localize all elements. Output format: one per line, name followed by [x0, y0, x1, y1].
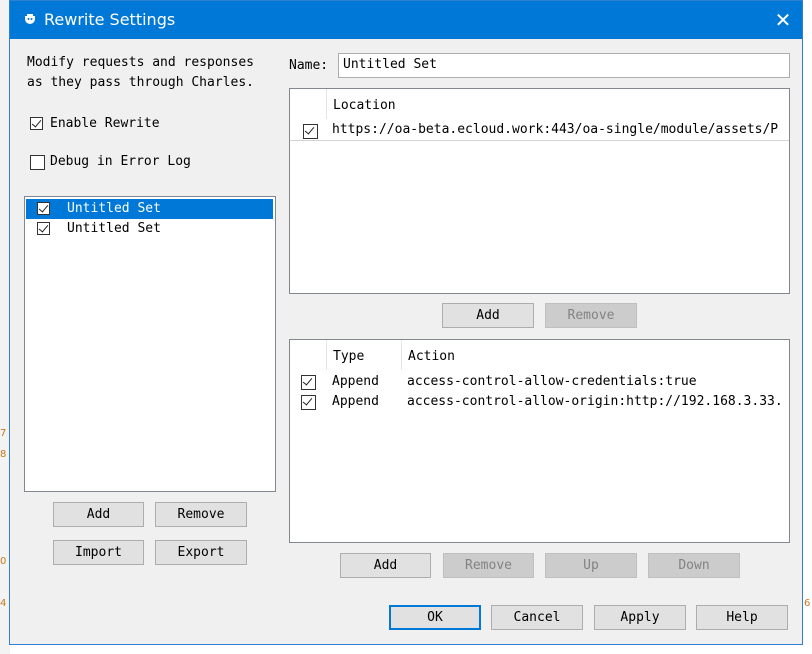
rules-table[interactable]: Type Action Append access-control-allow-…	[289, 339, 790, 543]
background-text: 7	[0, 428, 7, 439]
move-up-button[interactable]: Up	[545, 553, 637, 578]
enable-rewrite-checkbox[interactable]: Enable Rewrite	[30, 116, 230, 132]
background-text: 4	[0, 598, 7, 609]
description-text: Modify requests and responses as they pa…	[27, 55, 254, 90]
table-row[interactable]: https://oa-beta.ecloud.work:443/oa-singl…	[290, 119, 789, 141]
background-text: 0	[0, 556, 7, 567]
rule-type: Append	[332, 394, 379, 409]
close-icon[interactable]: ✕	[766, 3, 800, 37]
checkbox-column-header	[290, 89, 327, 119]
set-checkbox[interactable]	[37, 222, 50, 235]
charles-app-icon	[25, 14, 35, 24]
list-item[interactable]: Untitled Set	[26, 219, 273, 239]
remove-set-button[interactable]: Remove	[155, 502, 247, 527]
move-down-button[interactable]: Down	[648, 553, 740, 578]
table-row[interactable]: Append access-control-allow-origin:http:…	[290, 392, 789, 412]
rule-checkbox[interactable]	[301, 395, 316, 410]
checkbox-column-header	[290, 340, 327, 370]
checkbox-box[interactable]	[30, 117, 43, 130]
rule-action: access-control-allow-origin:http://192.1…	[407, 394, 783, 409]
import-button[interactable]: Import	[53, 540, 144, 565]
remove-location-button[interactable]: Remove	[545, 303, 637, 328]
location-url: https://oa-beta.ecloud.work:443/oa-singl…	[332, 122, 779, 137]
help-button[interactable]: Help	[696, 605, 788, 630]
export-button[interactable]: Export	[155, 540, 247, 565]
action-column-header[interactable]: Action	[408, 349, 455, 364]
background-text: 6	[804, 598, 811, 609]
debug-error-log-label: Debug in Error Log	[50, 154, 191, 169]
rule-action: access-control-allow-credentials:true	[407, 374, 697, 389]
title-bar: Rewrite Settings ✕	[10, 1, 802, 39]
add-set-button[interactable]: Add	[53, 502, 144, 527]
add-rule-button[interactable]: Add	[340, 553, 431, 578]
remove-rule-button[interactable]: Remove	[443, 553, 534, 578]
apply-button[interactable]: Apply	[594, 605, 686, 630]
ok-button[interactable]: OK	[389, 605, 481, 630]
rule-type: Append	[332, 374, 379, 389]
set-label: Untitled Set	[67, 201, 161, 216]
type-header-label: Type	[333, 349, 365, 364]
set-label: Untitled Set	[67, 221, 161, 236]
rule-checkbox[interactable]	[301, 375, 316, 390]
checkbox-box[interactable]	[30, 155, 45, 170]
window-title: Rewrite Settings	[44, 10, 176, 29]
rewrite-settings-dialog: Rewrite Settings ✕ Modify requests and r…	[9, 0, 803, 645]
set-checkbox[interactable]	[37, 202, 50, 215]
type-column-header[interactable]: Type	[326, 340, 402, 370]
background-text: 8	[0, 449, 7, 460]
debug-error-log-checkbox[interactable]: Debug in Error Log	[30, 154, 230, 170]
list-item[interactable]: Untitled Set	[26, 199, 273, 219]
location-checkbox[interactable]	[303, 124, 318, 139]
location-column-header[interactable]: Location	[333, 98, 396, 113]
sets-list[interactable]: Untitled Set Untitled Set	[24, 196, 276, 492]
name-field[interactable]: Untitled Set	[338, 53, 790, 78]
name-label: Name:	[289, 58, 329, 73]
enable-rewrite-label: Enable Rewrite	[50, 116, 160, 131]
add-location-button[interactable]: Add	[442, 303, 534, 328]
locations-table[interactable]: Location https://oa-beta.ecloud.work:443…	[289, 88, 790, 294]
table-row[interactable]: Append access-control-allow-credentials:…	[290, 372, 789, 392]
cancel-button[interactable]: Cancel	[491, 605, 583, 630]
